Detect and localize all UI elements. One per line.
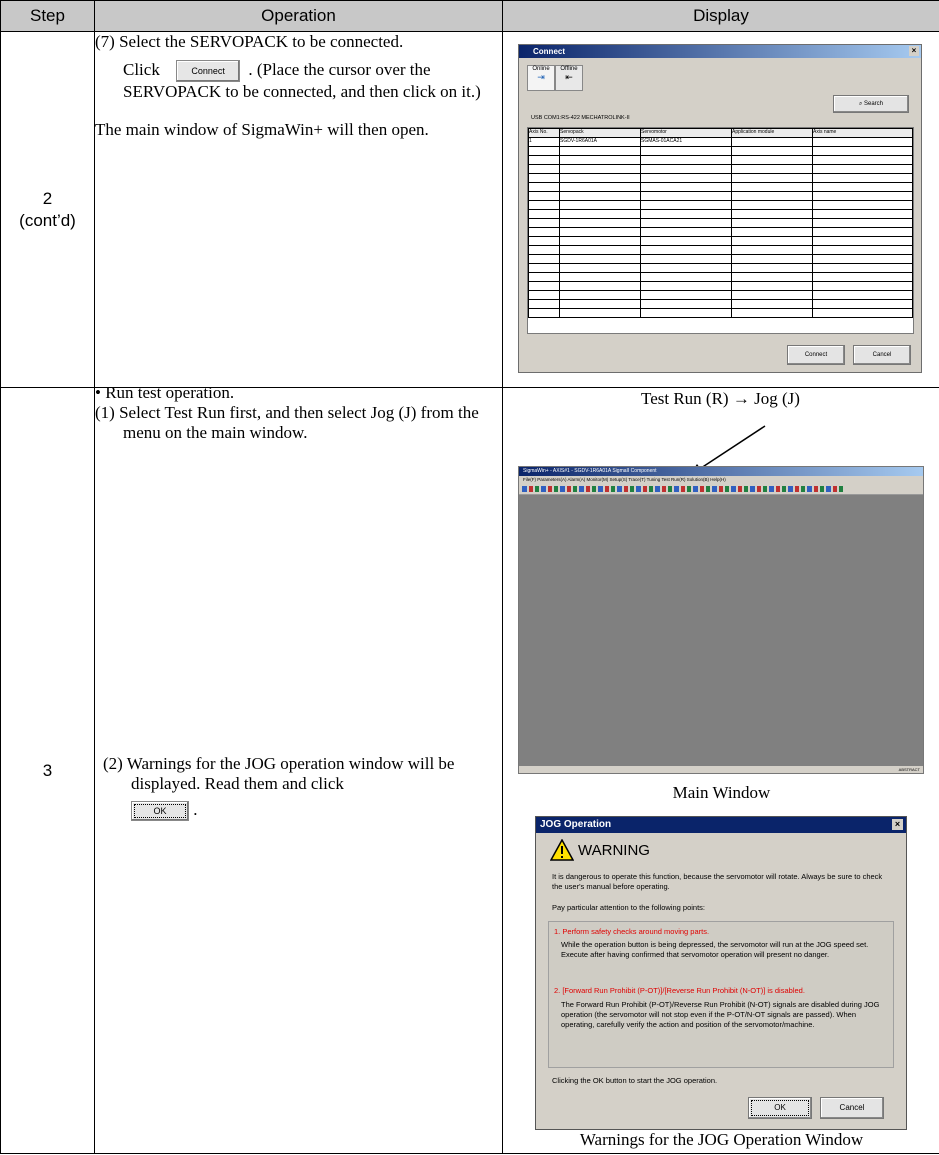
close-icon[interactable]: × xyxy=(909,46,919,56)
grid-empty-row xyxy=(528,164,913,174)
op-run-test-operation: • Run test operation. xyxy=(95,383,235,402)
step-2-contd: (cont’d) xyxy=(19,210,76,230)
step-3-operation: • Run test operation. (1) Select Test Ru… xyxy=(94,383,503,1154)
grid-empty-row xyxy=(528,290,913,300)
grid-empty-row xyxy=(528,173,913,183)
grid-empty-row xyxy=(528,218,913,228)
main-window-caption: Main Window xyxy=(672,783,771,802)
step-3-row: 3 • Run test operation. (1) Select Test … xyxy=(0,383,939,1154)
grid-empty-row xyxy=(528,254,913,264)
grid-header-row: Axis No. Servopack Servomotor Applicatio… xyxy=(528,128,913,138)
grid-col-axis: Axis No. xyxy=(528,128,560,138)
jog-title: JOG Operation xyxy=(540,819,612,830)
grid-empty-row xyxy=(528,272,913,282)
step-2-operation: (7) Select the SERVOPACK to be connected… xyxy=(94,31,503,388)
warning-icon xyxy=(549,838,575,861)
jog-confirm-text: Clicking the OK button to start the JOG … xyxy=(552,1076,718,1085)
grid-cell-servopack: SGDV-1R6A01A xyxy=(559,137,641,147)
offline-button[interactable]: Offline ⇤ xyxy=(555,65,583,91)
grid-empty-row xyxy=(528,236,913,246)
op-click-word: Click xyxy=(123,60,160,79)
search-label: Search xyxy=(864,101,884,107)
servopack-table: Axis No. Servopack Servomotor Applicatio… xyxy=(528,128,913,318)
jog-window-caption: Warnings for the JOG Operation Window xyxy=(579,1130,864,1149)
connection-tabs[interactable]: USB COM1:RS-422 MECHATROLINK-II xyxy=(531,115,630,121)
online-icon: ⇥ xyxy=(537,72,545,82)
step-2-number: 2 xyxy=(42,188,53,208)
ok-button[interactable]: OK xyxy=(748,1097,812,1119)
offline-icon: ⇤ xyxy=(565,72,573,82)
main-window-status: ABSTRACT xyxy=(519,766,923,773)
main-window-menubar[interactable]: File(F) Parameters(A) Alarm(A) Monitor(M… xyxy=(519,476,923,484)
search-button[interactable]: ⌕ Search xyxy=(833,95,909,113)
grid-empty-row xyxy=(528,146,913,156)
grid-empty-row xyxy=(528,245,913,255)
grid-cell-servomotor: SGMAS-01ACA21 xyxy=(640,137,732,147)
grid-cell-axis-name xyxy=(812,137,913,147)
step-3-cell: 3 xyxy=(0,387,95,1154)
grid-col-axis-name: Axis name xyxy=(812,128,913,138)
grid-empty-row xyxy=(528,299,913,309)
point-2-text: The Forward Run Prohibit (P-OT)/Reverse … xyxy=(561,1000,880,1029)
connect-title: Connect xyxy=(533,47,565,56)
grid-col-servomotor: Servomotor xyxy=(640,128,732,138)
grid-data-row[interactable]: 1 SGDV-1R6A01A SGMAS-01ACA21 xyxy=(528,137,913,147)
grid-empty-row xyxy=(528,191,913,201)
grid-empty-row xyxy=(528,209,913,219)
main-window-title: SigmaWin+ - AXIS#1 - SGDV-1R6A01A SigmaI… xyxy=(519,467,923,476)
step-2-display: Connect × Online ⇥ Offline ⇤ ⌕ Search US… xyxy=(502,31,939,388)
jog-cancel-button[interactable]: Cancel xyxy=(820,1097,884,1119)
jog-titlebar: JOG Operation × xyxy=(536,817,906,833)
grid-empty-row xyxy=(528,182,913,192)
op-click-connect: Click Connect . (Place the cursor over t… xyxy=(95,60,502,102)
online-button[interactable]: Online ⇥ xyxy=(527,65,555,91)
grid-cell-application xyxy=(731,137,813,147)
header-display: Display xyxy=(502,0,939,32)
step-2-cell: 2 (cont’d) xyxy=(0,31,95,388)
grid-cell-axis: 1 xyxy=(528,137,560,147)
connect-titlebar: Connect × xyxy=(519,45,921,58)
grid-empty-row xyxy=(528,263,913,273)
op-warnings-text: (2) Warnings for the JOG operation windo… xyxy=(103,754,455,793)
cancel-button[interactable]: Cancel xyxy=(853,345,911,365)
op-ok-line: OK . xyxy=(103,800,483,822)
step-3-number: 3 xyxy=(42,760,53,780)
step-3-display: Test Run (R) → Jog (J) SigmaWin+ - AXIS#… xyxy=(502,387,939,1154)
warning-points-intro: Pay particular attention to the followin… xyxy=(552,903,706,912)
point-2-heading: 2. [Forward Run Prohibit (P-OT)]/[Revers… xyxy=(554,986,805,995)
grid-empty-row xyxy=(528,155,913,165)
grid-empty-row xyxy=(528,308,913,318)
header-operation: Operation xyxy=(94,0,503,32)
warning-heading: WARNING xyxy=(578,842,650,859)
op-warnings-block: (2) Warnings for the JOG operation windo… xyxy=(103,754,483,822)
op-main-window-opens: The main window of SigmaWin+ will then o… xyxy=(95,120,429,140)
toolbar-icons[interactable] xyxy=(522,486,843,492)
grid-col-servopack: Servopack xyxy=(559,128,641,138)
inline-connect-button: Connect xyxy=(176,60,241,83)
grid-empty-row xyxy=(528,281,913,291)
grid-empty-row xyxy=(528,227,913,237)
connect-dialog: Connect × Online ⇥ Offline ⇤ ⌕ Search US… xyxy=(518,44,922,373)
op-select-servopack: (7) Select the SERVOPACK to be connected… xyxy=(95,32,404,51)
header-row: Step Operation Display xyxy=(0,0,939,32)
grid-empty-row xyxy=(528,200,913,210)
warning-intro: It is dangerous to operate this function… xyxy=(552,872,883,891)
close-icon[interactable]: × xyxy=(892,819,903,830)
connect-button[interactable]: Connect xyxy=(787,345,845,365)
main-window-toolbar[interactable] xyxy=(519,484,923,495)
main-window-screenshot: SigmaWin+ - AXIS#1 - SGDV-1R6A01A SigmaI… xyxy=(518,466,924,774)
inline-ok-button: OK xyxy=(131,801,189,822)
grid-col-application: Application module xyxy=(731,128,813,138)
point-1-heading: 1. Perform safety checks around moving p… xyxy=(554,927,710,936)
point-1-text: While the operation button is being depr… xyxy=(561,940,869,959)
servopack-grid: Axis No. Servopack Servomotor Applicatio… xyxy=(527,127,914,334)
header-step: Step xyxy=(0,0,95,32)
step-2-row: 2 (cont’d) (7) Select the SERVOPACK to b… xyxy=(0,31,939,388)
op-select-test-run: (1) Select Test Run first, and then sele… xyxy=(95,403,479,442)
procedure-table: Step Operation Display 2 (cont’d) (7) Se… xyxy=(0,0,939,1154)
jog-operation-window: JOG Operation × WARNING It is dangerous … xyxy=(535,816,907,1130)
warning-points-box: 1. Perform safety checks around moving p… xyxy=(548,921,894,1068)
